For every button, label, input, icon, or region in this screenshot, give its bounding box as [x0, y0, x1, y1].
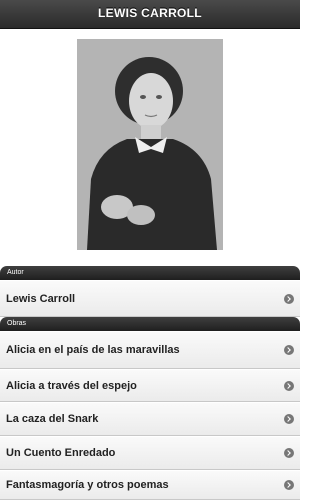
chevron-right-icon: [284, 293, 294, 304]
chevron-right-icon: [284, 480, 294, 490]
chevron-right-icon: [284, 414, 294, 424]
list-item-label: Fantasmagoría y otros poemas: [6, 479, 169, 491]
page-title: LEWIS CARROLL: [98, 6, 202, 20]
list-item-work[interactable]: Fantasmagoría y otros poemas: [0, 470, 300, 500]
section-label: Obras: [7, 320, 27, 327]
section-label: Autor: [7, 269, 24, 276]
list-item-label: Alicia en el país de las maravillas: [6, 344, 180, 356]
chevron-right-icon: [284, 448, 294, 458]
list-item-label: Alicia a través del espejo: [6, 379, 137, 392]
portrait-area: [0, 29, 300, 266]
list-item-work[interactable]: Un Cuento Enredado: [0, 436, 300, 470]
list-item-label: La caza del Snark: [6, 413, 99, 425]
section-header-autor: Autor: [0, 266, 300, 280]
list-item-work[interactable]: Alicia en el país de las maravillas: [0, 331, 300, 369]
list-item-label: Lewis Carroll: [6, 292, 76, 305]
chevron-right-icon: [284, 380, 294, 391]
list-item-author[interactable]: Lewis Carroll: [0, 280, 300, 317]
app-header: LEWIS CARROLL: [0, 0, 300, 29]
author-portrait: [77, 39, 223, 250]
list-item-work[interactable]: La caza del Snark: [0, 402, 300, 436]
list-item-label: Un Cuento Enredado: [6, 447, 116, 459]
list-item-work[interactable]: Alicia a través del espejo: [0, 369, 300, 402]
section-header-obras: Obras: [0, 317, 300, 331]
chevron-right-icon: [284, 345, 294, 355]
